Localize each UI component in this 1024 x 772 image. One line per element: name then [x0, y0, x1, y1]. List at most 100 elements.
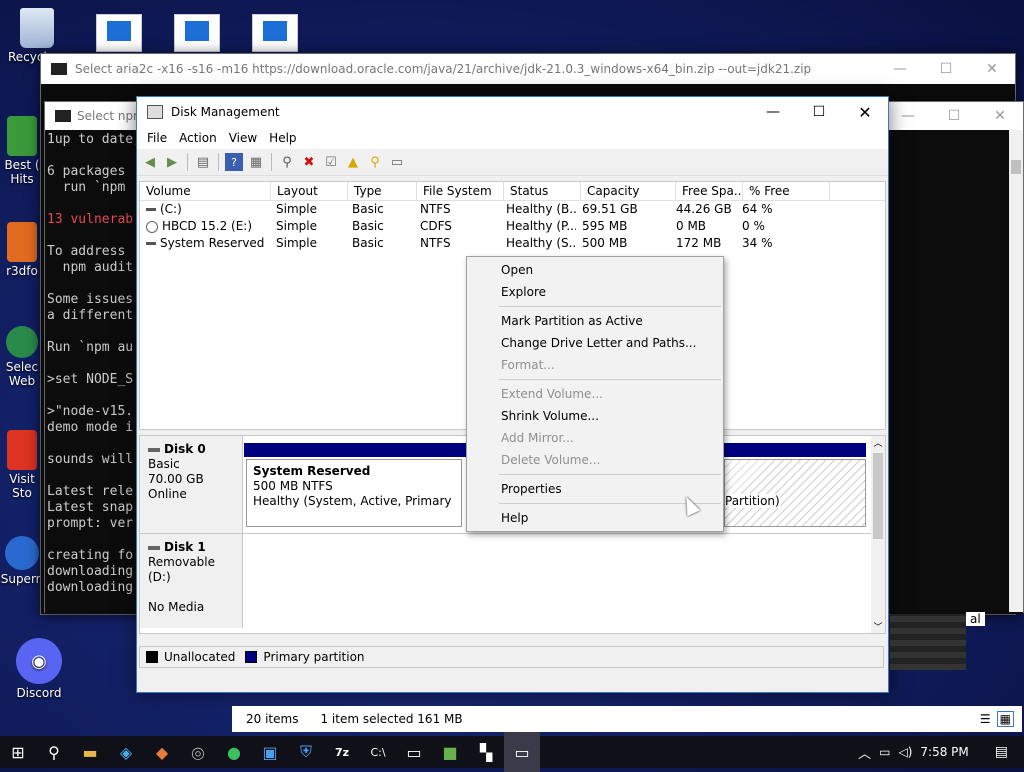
column-header[interactable]: Capacity [581, 182, 676, 200]
disk-management-titlebar[interactable]: Disk Management — ☐ ✕ [137, 97, 888, 127]
delete-icon[interactable]: ✖ [300, 153, 318, 171]
file-explorer-icon[interactable]: ▬ [72, 732, 108, 772]
network-icon[interactable]: ▭ [875, 745, 894, 759]
minimize-button[interactable]: — [885, 101, 931, 131]
large-icons-view-icon[interactable]: ▦ [996, 711, 1014, 727]
desktop-file-icon[interactable] [96, 14, 142, 52]
scroll-up-icon[interactable]: ︿ [871, 436, 885, 449]
volume-cell: 69.51 GB [582, 202, 638, 216]
menu-view[interactable]: View [223, 131, 263, 145]
properties-icon[interactable]: ▭ [388, 153, 406, 171]
desktop-file-icon[interactable] [252, 14, 298, 52]
column-header[interactable]: Type [348, 182, 417, 200]
desktop-icon-label: Supern [0, 572, 44, 586]
volume-row[interactable]: System Reserved Simple Basic NTFS Healthy (S… [140, 235, 885, 252]
search-folder-icon[interactable]: ⚲ [366, 153, 384, 171]
volume-cell: Healthy (B... [506, 202, 576, 216]
column-header[interactable]: Volume [140, 182, 271, 200]
desktop-icon-discord[interactable]: ◉ Discord [4, 638, 74, 700]
background-image-fragment [890, 614, 966, 670]
graph-scrollbar[interactable]: ︿ ﹀ [871, 436, 885, 633]
disk-management-taskbar-icon[interactable]: ▭ [504, 732, 540, 772]
scroll-thumb[interactable] [873, 453, 883, 539]
toolbar-separator [218, 153, 219, 171]
app-icon [7, 430, 37, 470]
checklist-icon[interactable]: ☑ [322, 153, 340, 171]
console-icon [55, 110, 71, 122]
minecraft-icon[interactable]: ■ [432, 732, 468, 772]
console-tree-icon[interactable]: ▤ [194, 153, 212, 171]
desktop-icon-supern[interactable]: Supern [0, 536, 44, 586]
volume-row[interactable]: (C:) Simple Basic NTFS Healthy (B... 69.51 GB… [140, 201, 885, 218]
back-arrow-icon[interactable]: ◀ [141, 153, 159, 171]
notifications-icon[interactable]: ▤ [979, 744, 1024, 760]
close-button[interactable]: ✕ [977, 101, 1023, 131]
menu-action[interactable]: Action [173, 131, 223, 145]
column-header[interactable]: Status [504, 182, 581, 200]
disk0-label[interactable]: Disk 0 Basic 70.00 GB Online [140, 436, 243, 534]
disk1-label[interactable]: Disk 1 Removable (D:) No Media [140, 534, 243, 628]
taskbar-app-icon[interactable]: ▣ [252, 732, 288, 772]
legend-primary: Primary partition [263, 650, 365, 664]
command-prompt-icon[interactable]: C:\ [360, 732, 396, 772]
help-icon[interactable]: ? [225, 153, 243, 171]
desktop-icon-visit-store[interactable]: Visit Sto [0, 430, 44, 500]
start-button-icon[interactable]: ⊞ [0, 732, 36, 772]
desktop-icon-best[interactable]: Best ( Hits [0, 116, 44, 186]
forward-arrow-icon[interactable]: ▶ [163, 153, 181, 171]
menu-help[interactable]: Help [263, 131, 302, 145]
search-icon[interactable]: ⚲ [36, 732, 72, 772]
column-header[interactable]: Layout [271, 182, 348, 200]
aria2c-titlebar[interactable]: Select aria2c -x16 -s16 -m16 https://dow… [41, 54, 1015, 84]
item-count: 20 items [246, 712, 299, 726]
drive-icon [146, 208, 156, 211]
taskbar-app-icon[interactable]: ▭ [396, 732, 432, 772]
taskbar-app-icon[interactable]: ● [216, 732, 252, 772]
connect-icon[interactable]: ⚲ [278, 153, 296, 171]
chevron-up-icon[interactable]: ︿ [854, 743, 875, 762]
console-scrollbar[interactable] [1009, 130, 1023, 612]
c-drive-partition[interactable]: Partition) [724, 459, 866, 527]
maximize-button[interactable]: ☐ [923, 54, 969, 84]
desktop-file-icon[interactable] [174, 14, 220, 52]
scroll-down-icon[interactable]: ﹀ [871, 620, 885, 633]
desktop-text-fragment: al [966, 612, 985, 626]
folder-up-icon[interactable]: ▲ [344, 153, 362, 171]
maximize-button[interactable]: ☐ [796, 97, 842, 127]
menu-item-explore[interactable]: Explore [467, 281, 723, 303]
close-button[interactable]: ✕ [842, 97, 888, 127]
taskbar-app-icon[interactable]: ▚ [468, 732, 504, 772]
7zip-icon[interactable]: 7z [324, 732, 360, 772]
desktop-icon-select-web[interactable]: Selec Web [0, 326, 44, 388]
legend: Unallocated Primary partition [139, 646, 884, 668]
menu-item-open[interactable]: Open [467, 259, 723, 281]
system-reserved-partition[interactable]: System Reserved 500 MB NTFS Healthy (Sys… [246, 459, 462, 527]
menu-item-change-drive-letter-and-paths[interactable]: Change Drive Letter and Paths... [467, 332, 723, 354]
clock[interactable]: 7:58 PM [916, 745, 978, 759]
maximize-button[interactable]: ☐ [931, 101, 977, 131]
column-header[interactable]: % Free [743, 182, 830, 200]
desktop-icon-r3dfo[interactable]: r3dfo [0, 222, 44, 278]
column-header[interactable]: Free Spa... [676, 182, 743, 200]
partition-name: System Reserved [253, 464, 371, 478]
show-pane-icon[interactable]: ▦ [247, 153, 265, 171]
minimize-button[interactable]: — [877, 54, 923, 84]
menu-file[interactable]: File [141, 131, 173, 145]
menu-item-mark-partition-as-active[interactable]: Mark Partition as Active [467, 310, 723, 332]
taskbar-app-icon[interactable]: ◎ [180, 732, 216, 772]
disk-name: Disk 0 [148, 442, 234, 457]
context-menu[interactable]: Open Explore Mark Partition as Active Chang… [466, 256, 724, 532]
taskbar-app-icon[interactable]: ◆ [144, 732, 180, 772]
menu-item-shrink-volume[interactable]: Shrink Volume... [467, 405, 723, 427]
taskbar-app-icon[interactable]: ◈ [108, 732, 144, 772]
shield-icon[interactable]: ⛨ [288, 732, 324, 772]
minimize-button[interactable]: — [750, 97, 796, 127]
volume-row[interactable]: HBCD 15.2 (E:) Simple Basic CDFS Healthy (P.… [140, 218, 885, 235]
desktop-icon-label: Selec Web [5, 360, 39, 388]
close-button[interactable]: ✕ [969, 54, 1015, 84]
column-header[interactable]: File System [417, 182, 504, 200]
details-view-icon[interactable]: ☰ [980, 712, 991, 726]
unallocated-swatch [146, 651, 158, 663]
toolbar: ◀ ▶ ▤ ? ▦ ⚲ ✖ ☑ ▲ ⚲ ▭ [137, 149, 888, 176]
volume-icon[interactable]: ◁) [894, 745, 916, 759]
